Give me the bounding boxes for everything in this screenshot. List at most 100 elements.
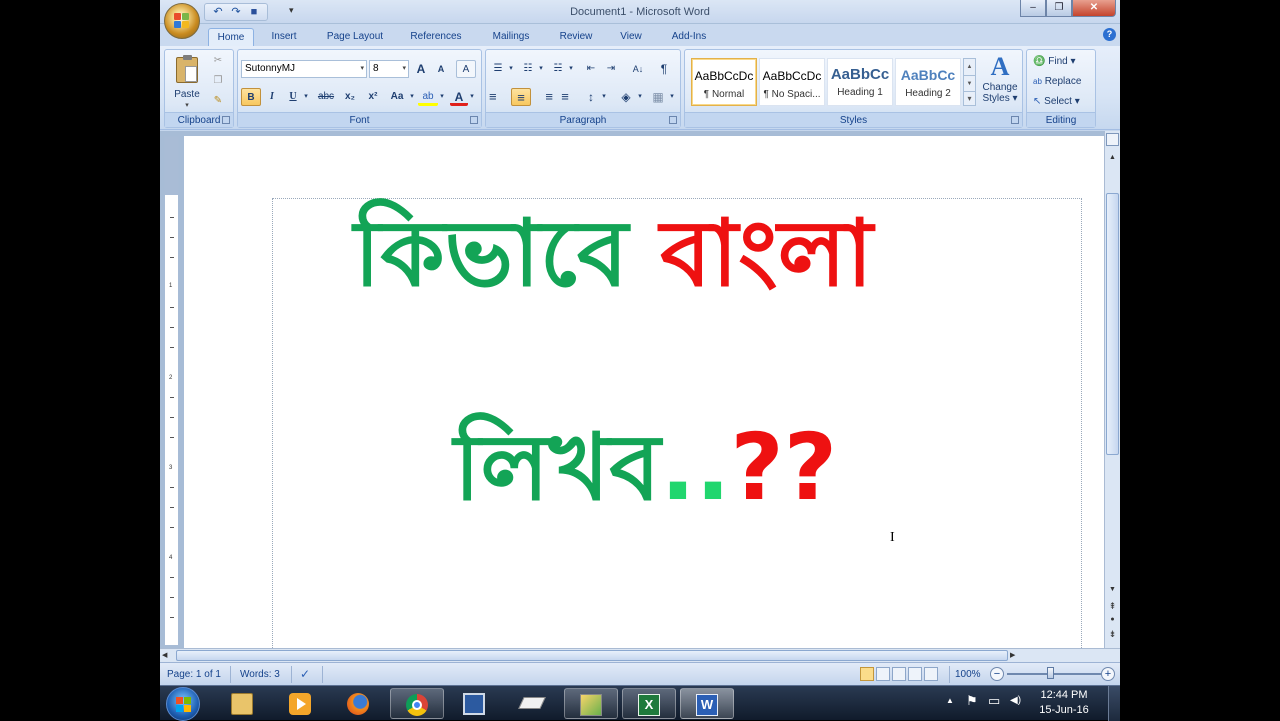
tab-mailings[interactable]: Mailings <box>482 28 540 46</box>
zoom-slider-thumb[interactable] <box>1047 667 1054 679</box>
paste-dropdown-icon[interactable]: ▾ <box>169 101 205 109</box>
ruler-toggle-icon[interactable] <box>1106 133 1119 146</box>
zoom-slider-track[interactable] <box>1007 673 1101 675</box>
help-icon[interactable]: ? <box>1103 28 1116 41</box>
replace-button[interactable]: ab Replace <box>1033 74 1081 90</box>
clipboard-launcher-icon[interactable] <box>222 116 230 124</box>
draft-view-icon[interactable] <box>924 667 938 681</box>
bold-button[interactable]: B <box>241 88 261 106</box>
tab-page-layout[interactable]: Page Layout <box>318 28 392 46</box>
increase-indent-button[interactable]: ⇥ <box>602 60 620 78</box>
scroll-right-button[interactable]: ▶ <box>1010 649 1022 662</box>
numbering-button[interactable]: ☷ <box>519 60 537 78</box>
show-desktop-button[interactable] <box>1108 686 1120 721</box>
zoom-out-button[interactable]: − <box>990 667 1004 681</box>
change-case-button[interactable]: Aa <box>386 88 408 106</box>
grow-font-button[interactable]: A <box>412 60 430 78</box>
tab-view[interactable]: View <box>612 28 650 46</box>
paragraph-launcher-icon[interactable] <box>669 116 677 124</box>
sort-button[interactable]: A↓ <box>628 60 648 78</box>
taskbar-word[interactable]: W <box>680 688 734 719</box>
shading-dropdown-icon[interactable]: ▾ <box>636 88 644 106</box>
network-icon[interactable]: ▭ <box>988 693 1000 709</box>
align-right-button[interactable]: ≡ <box>533 88 553 106</box>
taskbar-chrome[interactable] <box>390 688 444 719</box>
select-button[interactable]: ↖ Select ▾ <box>1033 94 1080 110</box>
web-layout-view-icon[interactable] <box>892 667 906 681</box>
action-center-flag-icon[interactable]: ⚑ <box>966 693 978 709</box>
style-no-spacing[interactable]: AaBbCcDc ¶ No Spaci... <box>759 58 825 106</box>
browse-object-button[interactable]: ● <box>1105 613 1120 627</box>
zoom-in-button[interactable]: + <box>1101 667 1115 681</box>
tab-add-ins[interactable]: Add-Ins <box>664 28 714 46</box>
strikethrough-button[interactable]: abc <box>315 88 337 106</box>
paste-button[interactable]: Paste ▾ <box>169 53 205 111</box>
volume-icon[interactable]: ◀) <box>1010 695 1021 706</box>
taskbar-explorer[interactable] <box>216 688 270 719</box>
scroll-down-button[interactable]: ▼ <box>1105 583 1120 597</box>
decrease-indent-button[interactable]: ⇤ <box>582 60 600 78</box>
system-clock[interactable]: 12:44 PM 15-Jun-16 <box>1034 688 1094 718</box>
styles-scroll-down-icon[interactable]: ▼ <box>964 75 975 91</box>
show-hide-marks-button[interactable]: ¶ <box>654 60 674 78</box>
font-name-dropdown-icon[interactable]: ▾ <box>360 61 364 77</box>
vertical-scrollbar[interactable]: ▲ ▼ ⇞ ● ⇟ <box>1104 131 1120 648</box>
page-count[interactable]: Page: 1 of 1 <box>167 667 221 682</box>
shrink-font-button[interactable]: A <box>432 60 450 78</box>
change-case-dropdown-icon[interactable]: ▾ <box>408 88 416 106</box>
font-launcher-icon[interactable] <box>470 116 478 124</box>
outline-view-icon[interactable] <box>908 667 922 681</box>
underline-button[interactable]: U <box>284 88 302 106</box>
format-painter-icon[interactable]: ✎ <box>209 92 227 110</box>
center-button[interactable]: ≡ <box>511 88 531 106</box>
office-button[interactable] <box>164 3 200 39</box>
font-color-button[interactable]: A <box>450 88 468 106</box>
borders-dropdown-icon[interactable]: ▾ <box>668 88 676 106</box>
styles-launcher-icon[interactable] <box>1011 116 1019 124</box>
document-page[interactable]: কিভাবে বাংলা লিখব..?? I <box>184 136 1104 658</box>
minimize-button[interactable]: – <box>1020 0 1046 17</box>
styles-more-icon[interactable]: ▾ <box>964 91 975 105</box>
taskbar-media-player[interactable] <box>274 688 328 719</box>
tray-expand-icon[interactable]: ▲ <box>946 696 954 705</box>
shading-button[interactable]: ◈ <box>616 88 636 106</box>
scroll-up-button[interactable]: ▲ <box>1105 151 1120 165</box>
highlight-button[interactable]: ab <box>418 88 438 106</box>
tab-review[interactable]: Review <box>554 28 598 46</box>
font-name-input[interactable]: SutonnyMJ ▾ <box>241 60 367 78</box>
align-left-button[interactable]: ≡ <box>489 88 509 106</box>
proofing-icon[interactable]: ✓ <box>300 667 310 682</box>
tab-home[interactable]: Home <box>208 28 254 46</box>
horizontal-scrollbar[interactable]: ◀ ▶ <box>160 648 1120 662</box>
underline-dropdown-icon[interactable]: ▾ <box>302 88 310 106</box>
italic-button[interactable]: I <box>263 88 281 106</box>
multilevel-list-button[interactable]: ☵ <box>549 60 567 78</box>
cut-icon[interactable]: ✂ <box>209 52 227 70</box>
style-heading-2[interactable]: AaBbCc Heading 2 <box>895 58 961 106</box>
line-spacing-button[interactable]: ↕ <box>582 88 600 106</box>
superscript-button[interactable]: x² <box>363 88 383 106</box>
taskbar-excel[interactable]: X <box>622 688 676 719</box>
taskbar-movie-maker[interactable] <box>448 688 502 719</box>
change-styles-button[interactable]: A Change Styles ▾ <box>979 52 1021 112</box>
copy-icon[interactable]: ❐ <box>209 72 227 90</box>
font-size-input[interactable]: 8 ▾ <box>369 60 409 78</box>
bullets-dropdown-icon[interactable]: ▾ <box>507 60 515 78</box>
bullets-button[interactable]: ☰ <box>489 60 507 78</box>
subscript-button[interactable]: x₂ <box>340 88 360 106</box>
justify-button[interactable]: ≡ <box>555 88 575 106</box>
scroll-thumb[interactable] <box>1106 193 1119 455</box>
taskbar-firefox[interactable] <box>332 688 386 719</box>
taskbar-eraser[interactable] <box>506 688 560 719</box>
highlight-dropdown-icon[interactable]: ▾ <box>438 88 446 106</box>
scroll-left-button[interactable]: ◀ <box>162 649 174 662</box>
previous-page-button[interactable]: ⇞ <box>1105 599 1120 613</box>
full-screen-view-icon[interactable] <box>876 667 890 681</box>
taskbar-paint[interactable] <box>564 688 618 719</box>
tab-references[interactable]: References <box>404 28 468 46</box>
print-layout-view-icon[interactable] <box>860 667 874 681</box>
numbering-dropdown-icon[interactable]: ▾ <box>537 60 545 78</box>
find-button[interactable]: ♎ Find ▾ <box>1033 54 1076 70</box>
close-button[interactable]: ✕ <box>1072 0 1116 17</box>
horizontal-scroll-thumb[interactable] <box>176 650 1008 661</box>
